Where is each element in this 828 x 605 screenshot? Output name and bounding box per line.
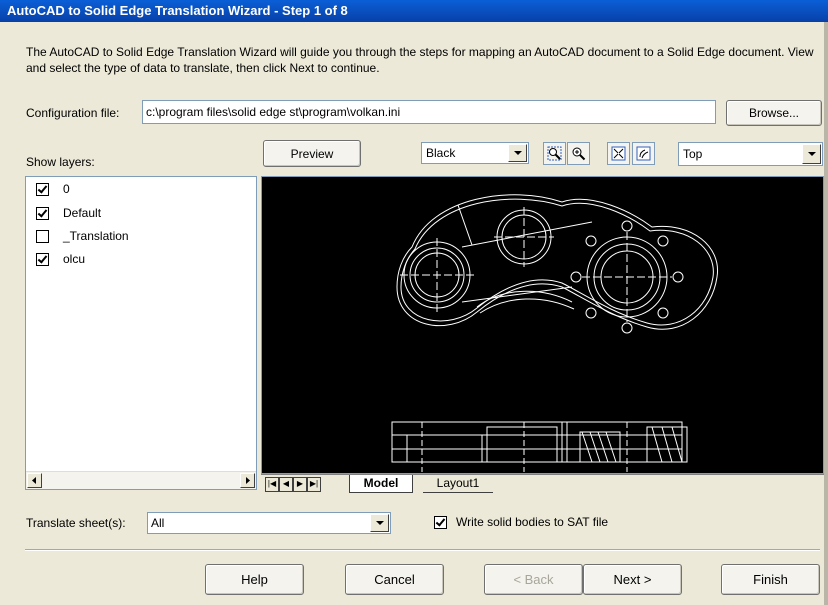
fit-icon[interactable] <box>607 142 630 165</box>
scroll-left-button[interactable] <box>27 473 42 488</box>
next-tab-icon[interactable]: ▶ <box>293 477 307 492</box>
translate-sheets-label: Translate sheet(s): <box>26 516 126 530</box>
write-sat-checkbox[interactable] <box>434 515 447 529</box>
cad-drawing <box>391 194 719 472</box>
layer-name: 0 <box>63 182 70 196</box>
next-button[interactable]: Next > <box>583 564 682 595</box>
layers-list[interactable]: 0 Default _Translation olcu <box>25 176 257 490</box>
translate-sheets-dropdown[interactable]: All <box>147 512 391 534</box>
layer-item-olcu[interactable]: olcu <box>36 249 85 269</box>
tab-layout1[interactable]: Layout1 <box>423 475 493 493</box>
separator <box>25 549 820 551</box>
browse-button[interactable]: Browse... <box>726 100 822 126</box>
config-label: Configuration file: <box>26 106 120 120</box>
last-tab-icon[interactable]: ▶| <box>307 477 321 492</box>
config-file-value: c:\program files\solid edge st\program\v… <box>146 105 401 119</box>
chevron-down-icon[interactable] <box>802 144 821 164</box>
layer-checkbox[interactable] <box>36 182 49 196</box>
layer-item-default[interactable]: Default <box>36 203 101 223</box>
layout-tabs-bar: |◀ ◀ ▶ ▶| Model Layout1 <box>261 474 824 493</box>
background-color-dropdown[interactable]: Black <box>421 142 529 164</box>
intro-text: The AutoCAD to Solid Edge Translation Wi… <box>26 45 814 75</box>
window-title: AutoCAD to Solid Edge Translation Wizard… <box>7 3 348 18</box>
view-value: Top <box>683 147 703 161</box>
drawing-preview-canvas[interactable] <box>261 176 824 474</box>
layer-name: _Translation <box>63 229 129 243</box>
background-color-value: Black <box>426 146 456 160</box>
view-dropdown[interactable]: Top <box>678 142 823 166</box>
layer-name: olcu <box>63 252 86 266</box>
zoom-area-icon[interactable] <box>543 142 566 165</box>
write-sat-option[interactable]: Write solid bodies to SAT file <box>434 515 608 529</box>
config-file-input[interactable]: c:\program files\solid edge st\program\v… <box>142 100 716 124</box>
layers-horizontal-scrollbar[interactable] <box>26 471 256 489</box>
write-sat-label: Write solid bodies to SAT file <box>456 515 609 529</box>
back-button[interactable]: < Back <box>484 564 583 595</box>
layer-checkbox[interactable] <box>36 229 49 243</box>
scroll-right-button[interactable] <box>240 473 255 488</box>
zoom-icon[interactable] <box>567 142 590 165</box>
chevron-down-icon[interactable] <box>508 144 527 162</box>
window-title-bar[interactable]: AutoCAD to Solid Edge Translation Wizard… <box>0 0 828 22</box>
layer-checkbox[interactable] <box>36 206 49 220</box>
chevron-right-icon <box>246 477 250 484</box>
show-layers-label: Show layers: <box>26 155 95 169</box>
chevron-down-icon[interactable] <box>370 514 389 532</box>
pan-icon[interactable] <box>632 142 655 165</box>
chevron-left-icon <box>32 477 36 484</box>
window-edge <box>824 22 828 605</box>
layer-item-translation[interactable]: _Translation <box>36 226 129 246</box>
help-button[interactable]: Help <box>205 564 304 595</box>
layer-item-0[interactable]: 0 <box>36 179 70 199</box>
first-tab-icon[interactable]: |◀ <box>265 477 279 492</box>
layer-name: Default <box>63 206 102 220</box>
prev-tab-icon[interactable]: ◀ <box>279 477 293 492</box>
tab-model[interactable]: Model <box>349 475 413 493</box>
preview-button[interactable]: Preview <box>263 140 361 167</box>
layer-checkbox[interactable] <box>36 252 49 266</box>
translate-sheets-value: All <box>151 516 165 530</box>
finish-button[interactable]: Finish <box>721 564 820 595</box>
cancel-button[interactable]: Cancel <box>345 564 444 595</box>
